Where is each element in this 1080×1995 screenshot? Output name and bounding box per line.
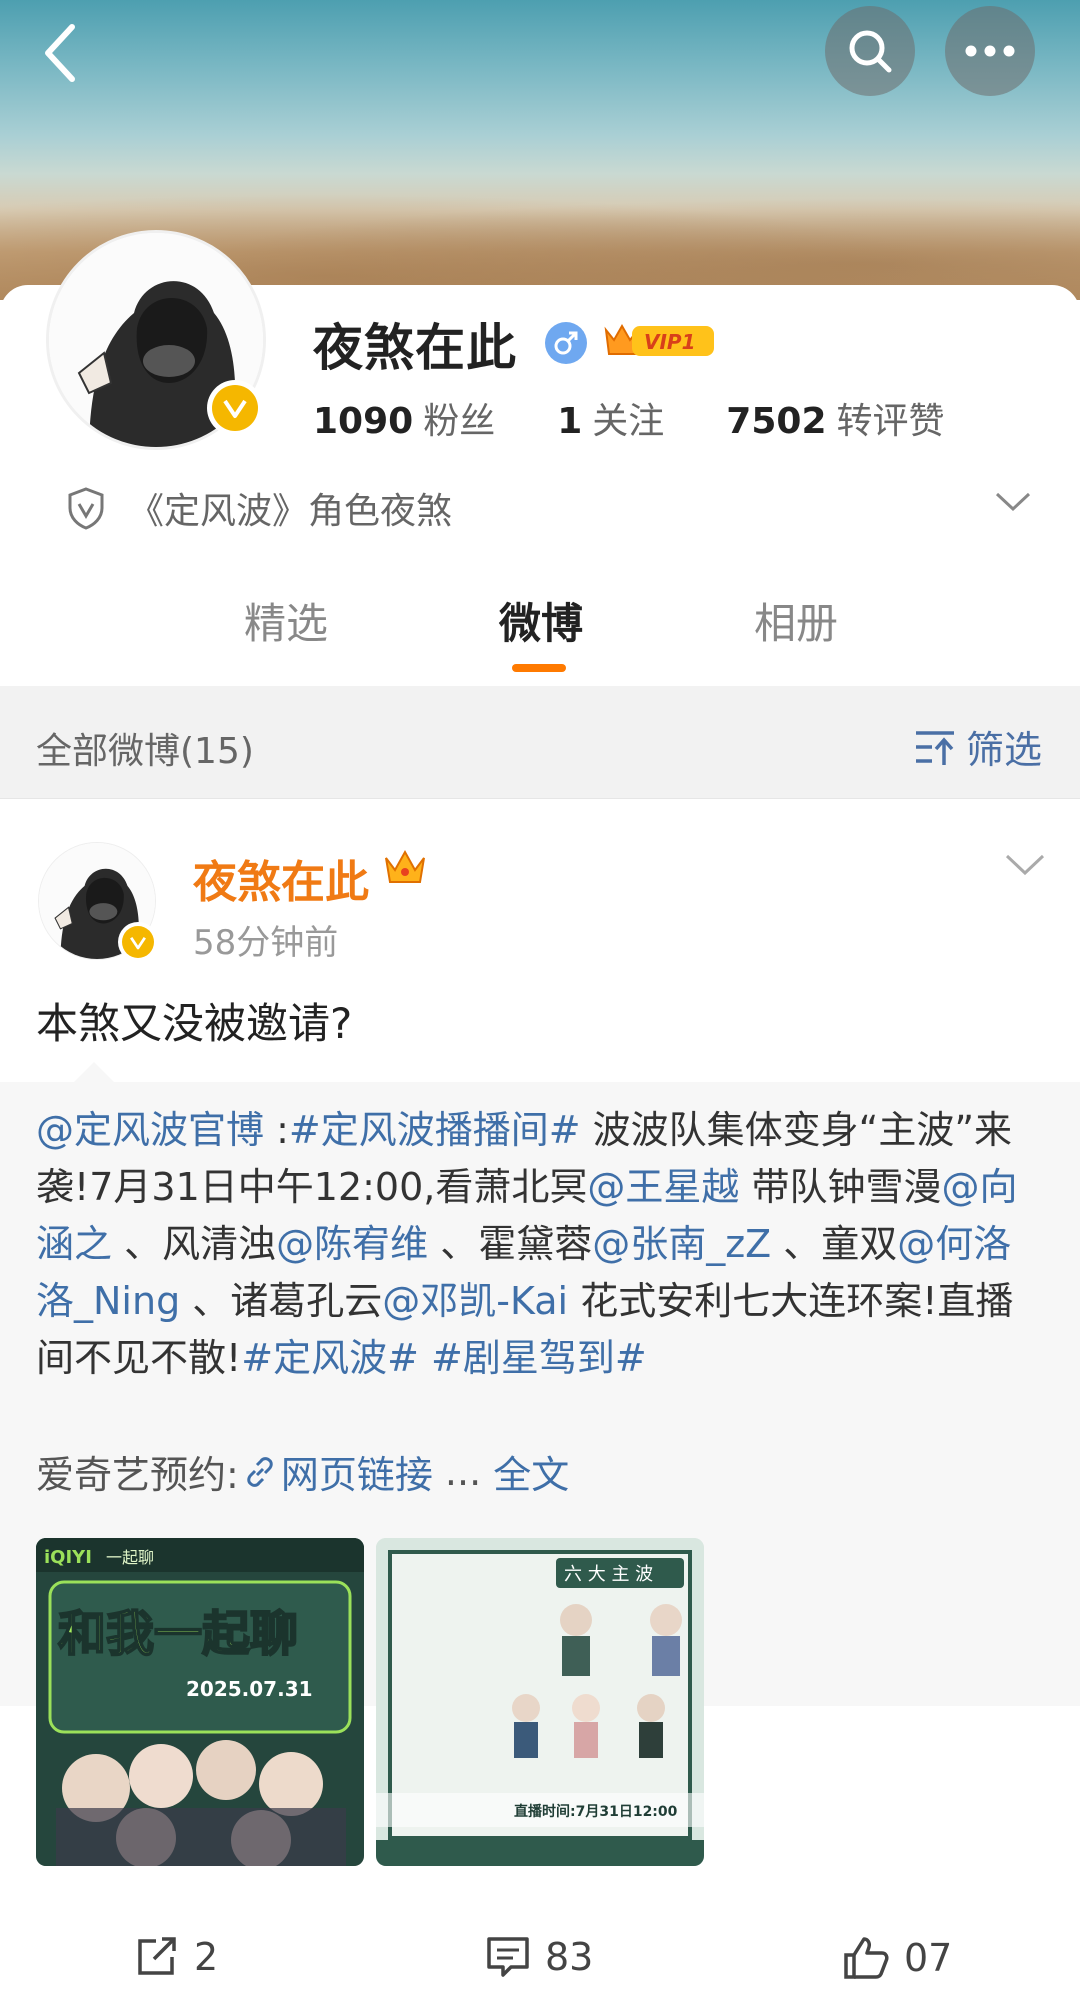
thumbs-up-icon: [844, 1937, 889, 1979]
tab-weibo[interactable]: 微博: [499, 590, 583, 651]
crown-icon: [385, 849, 425, 883]
preorder-label: 爱奇艺预约:: [36, 1453, 239, 1497]
vip-label: VIP1: [644, 330, 696, 354]
like-count: 07: [904, 1936, 953, 1980]
repost-link-segment[interactable]: @王星越: [587, 1165, 739, 1209]
image-date: 2025.07.31: [186, 1677, 313, 1701]
iqiyi-logo-text: iQIYI: [44, 1547, 92, 1568]
chevron-down-icon[interactable]: [1003, 852, 1047, 878]
poster-image: 六 大 主 波 直播时间:7月31日12:00: [376, 1538, 704, 1866]
profile-page: 夜煞在此 VIP1 1090 粉丝 1 关注 7502 转评赞 《定风波》角色夜煞 精…: [0, 0, 1080, 1995]
post-card: 夜煞在此 58分钟前 本煞又没被邀请? @定风波官博 :#定风波播播间# 波波队…: [0, 800, 1080, 1995]
comment-count: 83: [545, 1935, 594, 1979]
post-image-1[interactable]: iQIYI 一起聊 和我一起聊 2025.07.31: [36, 1538, 364, 1866]
profile-description[interactable]: 《定风波》角色夜煞: [66, 482, 452, 534]
repost-text-segment: :: [264, 1108, 289, 1152]
repost-link-segment[interactable]: #定风波#: [241, 1336, 419, 1380]
male-icon: [545, 322, 587, 364]
post-time: 58分钟前: [193, 923, 339, 963]
back-button[interactable]: [30, 18, 90, 88]
repost-meta: 爱奇艺预约: 网页链接 ... 全文: [36, 1444, 569, 1499]
vip-badge[interactable]: VIP1: [602, 318, 716, 362]
image-headline: 和我一起聊: [58, 1606, 298, 1662]
post-text: 本煞又没被邀请?: [36, 999, 353, 1048]
stat-fans[interactable]: 1090 粉丝: [313, 392, 495, 444]
profile-name: 夜煞在此: [313, 319, 517, 377]
repost-link-segment[interactable]: @陈宥维: [276, 1222, 428, 1266]
repost-text-segment: 带队钟雪漫: [739, 1165, 942, 1209]
search-button[interactable]: [825, 6, 915, 96]
description-text: 《定风波》角色夜煞: [128, 491, 453, 532]
repost-count: 2: [194, 1935, 219, 1979]
active-tab-indicator: [512, 664, 566, 672]
repost-link-segment[interactable]: #定风波播播间#: [289, 1108, 581, 1152]
repost-text-segment: 、诸葛孔云: [180, 1279, 383, 1323]
repost-link-segment[interactable]: @邓凯-Kai: [382, 1279, 568, 1323]
tab-featured[interactable]: 精选: [244, 590, 328, 651]
more-button[interactable]: [945, 6, 1035, 96]
repost-text: @定风波官博 :#定风波播播间# 波波队集体变身“主波”来袭!7月31日中午12…: [36, 1102, 1036, 1387]
stat-following[interactable]: 1 关注: [557, 392, 664, 444]
post-image-2[interactable]: 六 大 主 波 直播时间:7月31日12:00: [376, 1538, 704, 1866]
repost-link-segment[interactable]: #剧星驾到#: [431, 1336, 647, 1380]
comment-icon: [487, 1937, 529, 1977]
post-count-label: 全部微博(15): [36, 731, 254, 772]
repost-text-segment: 、风清浊: [112, 1222, 277, 1266]
repost-notch: [74, 1062, 114, 1082]
repost-link-segment[interactable]: @张南_zZ: [592, 1222, 771, 1266]
search-icon: [849, 30, 892, 73]
image-header: 六 大 主 波: [564, 1564, 653, 1585]
poster-image: iQIYI 一起聊 和我一起聊 2025.07.31: [36, 1538, 364, 1866]
like-button[interactable]: 07: [842, 1935, 952, 1981]
stat-interactions[interactable]: 7502 转评赞: [726, 392, 944, 444]
ellipsis: ...: [432, 1449, 494, 1494]
repost-text-segment: [419, 1336, 431, 1380]
repost-link-segment[interactable]: @定风波官博: [36, 1108, 264, 1152]
link-icon: [247, 1456, 273, 1487]
chevron-down-icon[interactable]: [993, 490, 1033, 514]
read-more-link[interactable]: 全文: [493, 1444, 569, 1499]
verified-badge: [207, 380, 263, 436]
verified-v-icon: [130, 936, 146, 949]
profile-stats: 1090 粉丝 1 关注 7502 转评赞: [313, 392, 1007, 444]
more-dots-icon: [965, 45, 1015, 57]
back-arrow-icon: [45, 24, 75, 82]
filter-button[interactable]: 筛选: [914, 719, 1042, 774]
tab-album[interactable]: 相册: [754, 590, 838, 651]
image-caption: 直播时间:7月31日12:00: [514, 1803, 678, 1820]
repost-button[interactable]: 2: [134, 1935, 218, 1979]
comment-button[interactable]: 83: [485, 1935, 593, 1979]
filter-bar: 全部微博(15) 筛选: [0, 686, 1080, 799]
repost-text-segment: 、霍黛蓉: [428, 1222, 593, 1266]
filter-label: 筛选: [965, 728, 1042, 772]
verified-badge: [118, 922, 158, 962]
repost-text-segment: 、童双: [771, 1222, 898, 1266]
shield-icon: [68, 487, 104, 530]
post-author-name[interactable]: 夜煞在此: [193, 846, 369, 910]
filter-sort-icon: [915, 730, 954, 765]
repost-icon: [138, 1937, 176, 1975]
verified-v-icon: [223, 399, 247, 418]
web-link[interactable]: 网页链接: [239, 1444, 433, 1499]
post-action-bar: 2 83 07: [0, 1905, 1080, 1995]
image-sub-label: 一起聊: [106, 1548, 154, 1567]
